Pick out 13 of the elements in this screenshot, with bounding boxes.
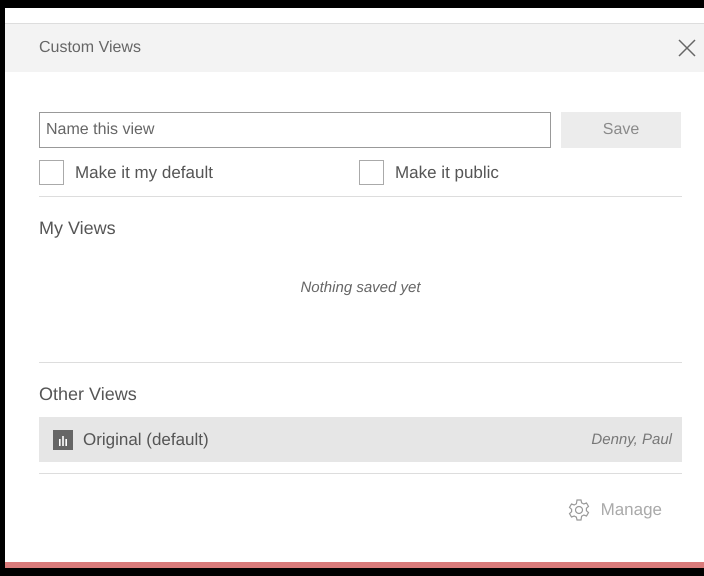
checkbox[interactable] xyxy=(39,160,64,185)
name-field[interactable]: Name this view xyxy=(39,112,551,148)
dialog-title: Custom Views xyxy=(39,39,141,57)
close-icon[interactable] xyxy=(678,39,696,57)
bar-chart-icon xyxy=(53,430,73,450)
empty-message: Nothing saved yet xyxy=(300,279,421,296)
checkbox[interactable] xyxy=(359,160,384,185)
settings-icon xyxy=(566,498,591,522)
checkbox-label[interactable]: Make it public xyxy=(395,162,499,182)
view-list-item[interactable]: Original (default) Denny, Paul xyxy=(39,417,682,462)
checkbox-label[interactable]: Make it my default xyxy=(75,162,213,182)
section-heading: My Views xyxy=(39,218,117,239)
section-heading: Other Views xyxy=(39,384,138,405)
